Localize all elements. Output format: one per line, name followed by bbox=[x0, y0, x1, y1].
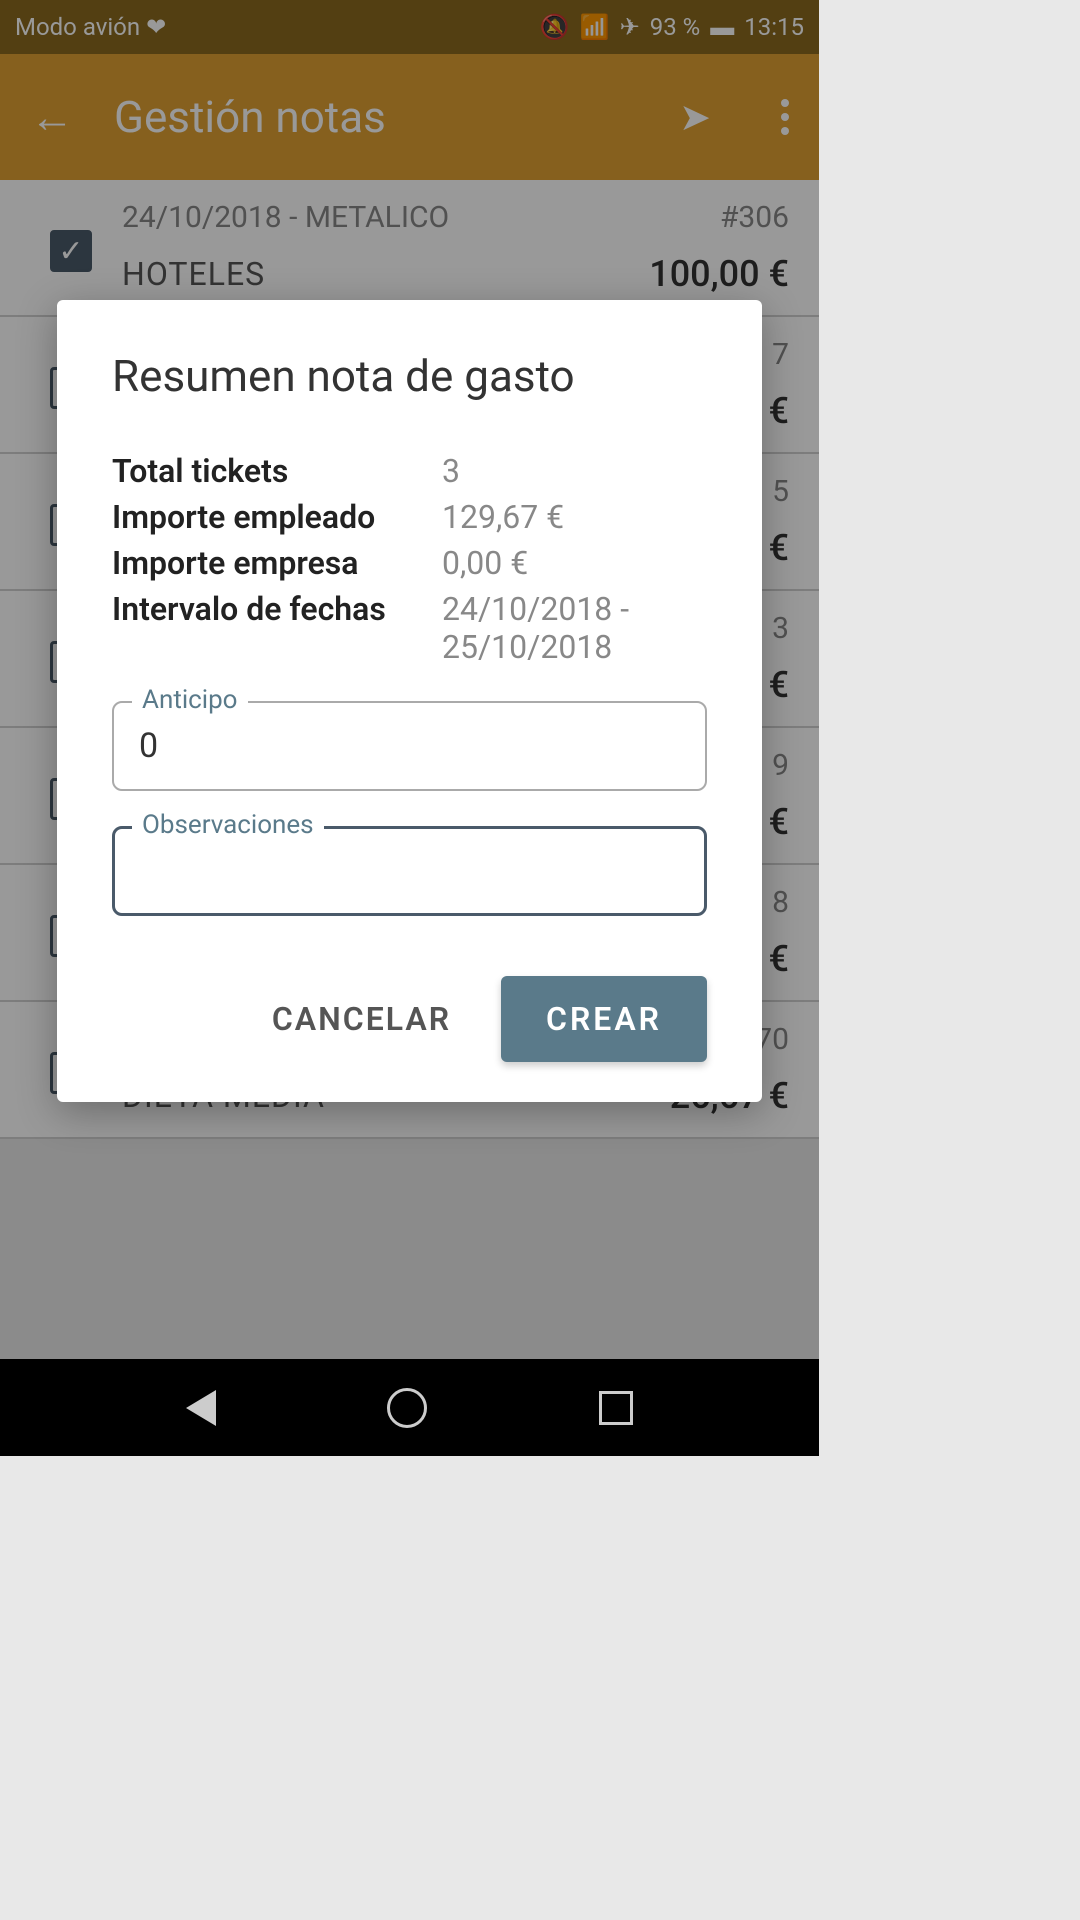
summary-row-tickets: Total tickets 3 bbox=[112, 452, 707, 490]
nav-back-icon[interactable] bbox=[186, 1390, 216, 1426]
value-importe-empleado: 129,67 € bbox=[442, 498, 707, 536]
label-total-tickets: Total tickets bbox=[112, 452, 442, 490]
create-button[interactable]: CREAR bbox=[501, 976, 707, 1062]
label-importe-empresa: Importe empresa bbox=[112, 544, 442, 582]
label-importe-empleado: Importe empleado bbox=[112, 498, 442, 536]
summary-row-company: Importe empresa 0,00 € bbox=[112, 544, 707, 582]
value-intervalo-fechas: 24/10/2018 - 25/10/2018 bbox=[442, 590, 707, 666]
expense-summary-modal: Resumen nota de gasto Total tickets 3 Im… bbox=[57, 300, 762, 1102]
label-intervalo-fechas: Intervalo de fechas bbox=[112, 590, 442, 666]
summary-row-dates: Intervalo de fechas 24/10/2018 - 25/10/2… bbox=[112, 590, 707, 666]
modal-overlay[interactable]: Resumen nota de gasto Total tickets 3 Im… bbox=[0, 0, 819, 1456]
nav-bar bbox=[0, 1359, 819, 1456]
value-importe-empresa: 0,00 € bbox=[442, 544, 707, 582]
anticipo-group: Anticipo bbox=[112, 701, 707, 791]
value-total-tickets: 3 bbox=[442, 452, 707, 490]
nav-recent-icon[interactable] bbox=[599, 1391, 633, 1425]
cancel-button[interactable]: CANCELAR bbox=[272, 1000, 451, 1038]
observaciones-label: Observaciones bbox=[132, 810, 324, 840]
modal-title: Resumen nota de gasto bbox=[112, 350, 707, 402]
observaciones-group: Observaciones bbox=[112, 826, 707, 916]
anticipo-label: Anticipo bbox=[132, 685, 248, 715]
summary-row-employee: Importe empleado 129,67 € bbox=[112, 498, 707, 536]
nav-home-icon[interactable] bbox=[387, 1388, 427, 1428]
modal-actions: CANCELAR CREAR bbox=[112, 976, 707, 1062]
